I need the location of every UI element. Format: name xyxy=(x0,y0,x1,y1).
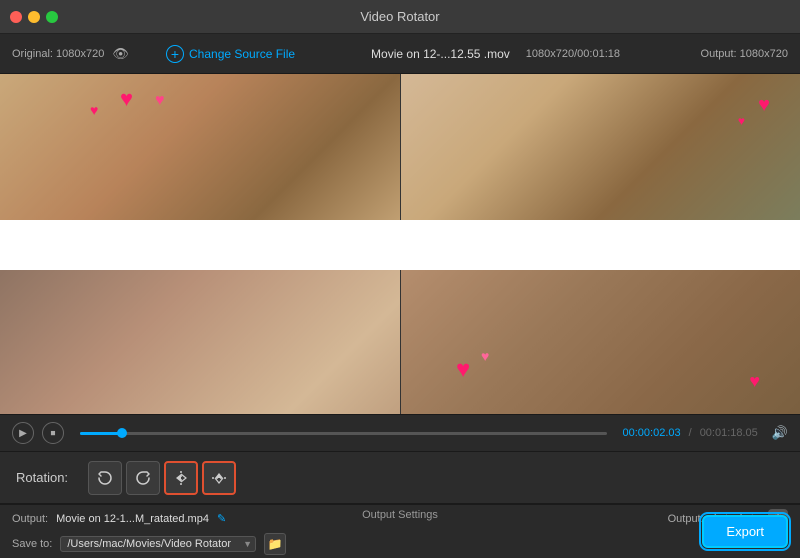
heart-decoration: ♥ xyxy=(155,92,165,110)
chevron-down-icon: ▼ xyxy=(243,539,252,549)
save-to-label: Save to: xyxy=(12,538,52,550)
heart-decoration: ♥ xyxy=(749,371,760,392)
heart-decoration: ♥ xyxy=(90,102,98,118)
flip-horizontal-icon xyxy=(172,469,190,487)
controls-bar: ▶ ⏹ 00:00:02.03 / 00:01:18.05 🔊 xyxy=(0,414,800,452)
progress-track[interactable] xyxy=(80,432,607,435)
bottom-bar: Output Settings Output: Movie on 12-1...… xyxy=(0,504,800,558)
video-cell-top-right: ♥ ♥ xyxy=(400,74,800,244)
edit-icon[interactable]: ✎ xyxy=(217,512,226,525)
window-title: Video Rotator xyxy=(360,9,439,24)
maximize-button[interactable] xyxy=(46,11,58,23)
video-cell-bottom-right: ♥ ♥ ♥ xyxy=(400,244,800,414)
time-total: 00:01:18.05 xyxy=(700,427,758,439)
flip-vertical-icon xyxy=(210,469,228,487)
progress-thumb[interactable] xyxy=(117,428,127,438)
output-settings-label-right: Output: xyxy=(668,513,704,525)
heart-decoration: ♥ xyxy=(120,86,133,112)
rotate-cw-icon xyxy=(134,469,152,487)
rotate-ccw-icon xyxy=(96,469,114,487)
video-preview-area: ♥ ♥ ♥ ♥ ♥ ♥ ♥ ♥ xyxy=(0,74,800,414)
flip-vertical-button[interactable] xyxy=(202,461,236,495)
rotate-cw-button[interactable] xyxy=(126,461,160,495)
progress-fill xyxy=(80,432,122,435)
save-path-dropdown[interactable]: /Users/mac/Movies/Video Rotator ▼ xyxy=(60,536,256,552)
top-bar-center: Movie on 12-...12.55 .mov 1080x720/00:01… xyxy=(319,47,672,61)
heart-decoration: ♥ xyxy=(481,348,489,364)
heart-decoration: ♥ xyxy=(738,114,745,128)
title-bar: Video Rotator xyxy=(0,0,800,34)
plus-circle-icon: + xyxy=(166,45,184,63)
play-button[interactable]: ▶ xyxy=(12,422,34,444)
save-to-row: Save to: /Users/mac/Movies/Video Rotator… xyxy=(12,533,788,555)
video-cell-bottom-left xyxy=(0,244,400,414)
time-separator: / xyxy=(689,427,692,439)
rotation-bar: Rotation: xyxy=(0,452,800,504)
output-settings-label: Output Settings xyxy=(362,509,438,521)
file-info: 1080x720/00:01:18 xyxy=(526,48,620,60)
output-label: Output: xyxy=(12,513,48,525)
eye-icon[interactable]: 👁 xyxy=(112,46,129,62)
original-resolution: Original: 1080x720 xyxy=(12,48,104,60)
top-bar-left: Original: 1080x720 👁 xyxy=(12,46,142,62)
file-name: Movie on 12-...12.55 .mov xyxy=(371,47,510,61)
rotation-label: Rotation: xyxy=(16,470,76,485)
folder-button[interactable]: 📁 xyxy=(264,533,286,555)
flip-horizontal-button[interactable] xyxy=(164,461,198,495)
traffic-lights xyxy=(10,11,58,23)
change-source-button[interactable]: + Change Source File xyxy=(158,42,303,66)
close-button[interactable] xyxy=(10,11,22,23)
volume-icon[interactable]: 🔊 xyxy=(772,425,788,441)
rotation-buttons xyxy=(88,461,236,495)
output-filename: Movie on 12-1...M_ratated.mp4 xyxy=(56,513,209,525)
stop-button[interactable]: ⏹ xyxy=(42,422,64,444)
top-bar: Original: 1080x720 👁 + Change Source Fil… xyxy=(0,34,800,74)
heart-decoration: ♥ xyxy=(456,356,470,384)
minimize-button[interactable] xyxy=(28,11,40,23)
video-cell-top-left: ♥ ♥ ♥ xyxy=(0,74,400,244)
export-button[interactable]: Export xyxy=(702,515,788,548)
output-resolution: Output: 1080x720 xyxy=(688,48,788,60)
change-source-label: Change Source File xyxy=(189,47,295,61)
rotate-ccw-button[interactable] xyxy=(88,461,122,495)
time-current: 00:00:02.03 xyxy=(623,427,681,439)
save-path-value: /Users/mac/Movies/Video Rotator xyxy=(60,536,256,552)
heart-decoration: ♥ xyxy=(758,94,770,117)
